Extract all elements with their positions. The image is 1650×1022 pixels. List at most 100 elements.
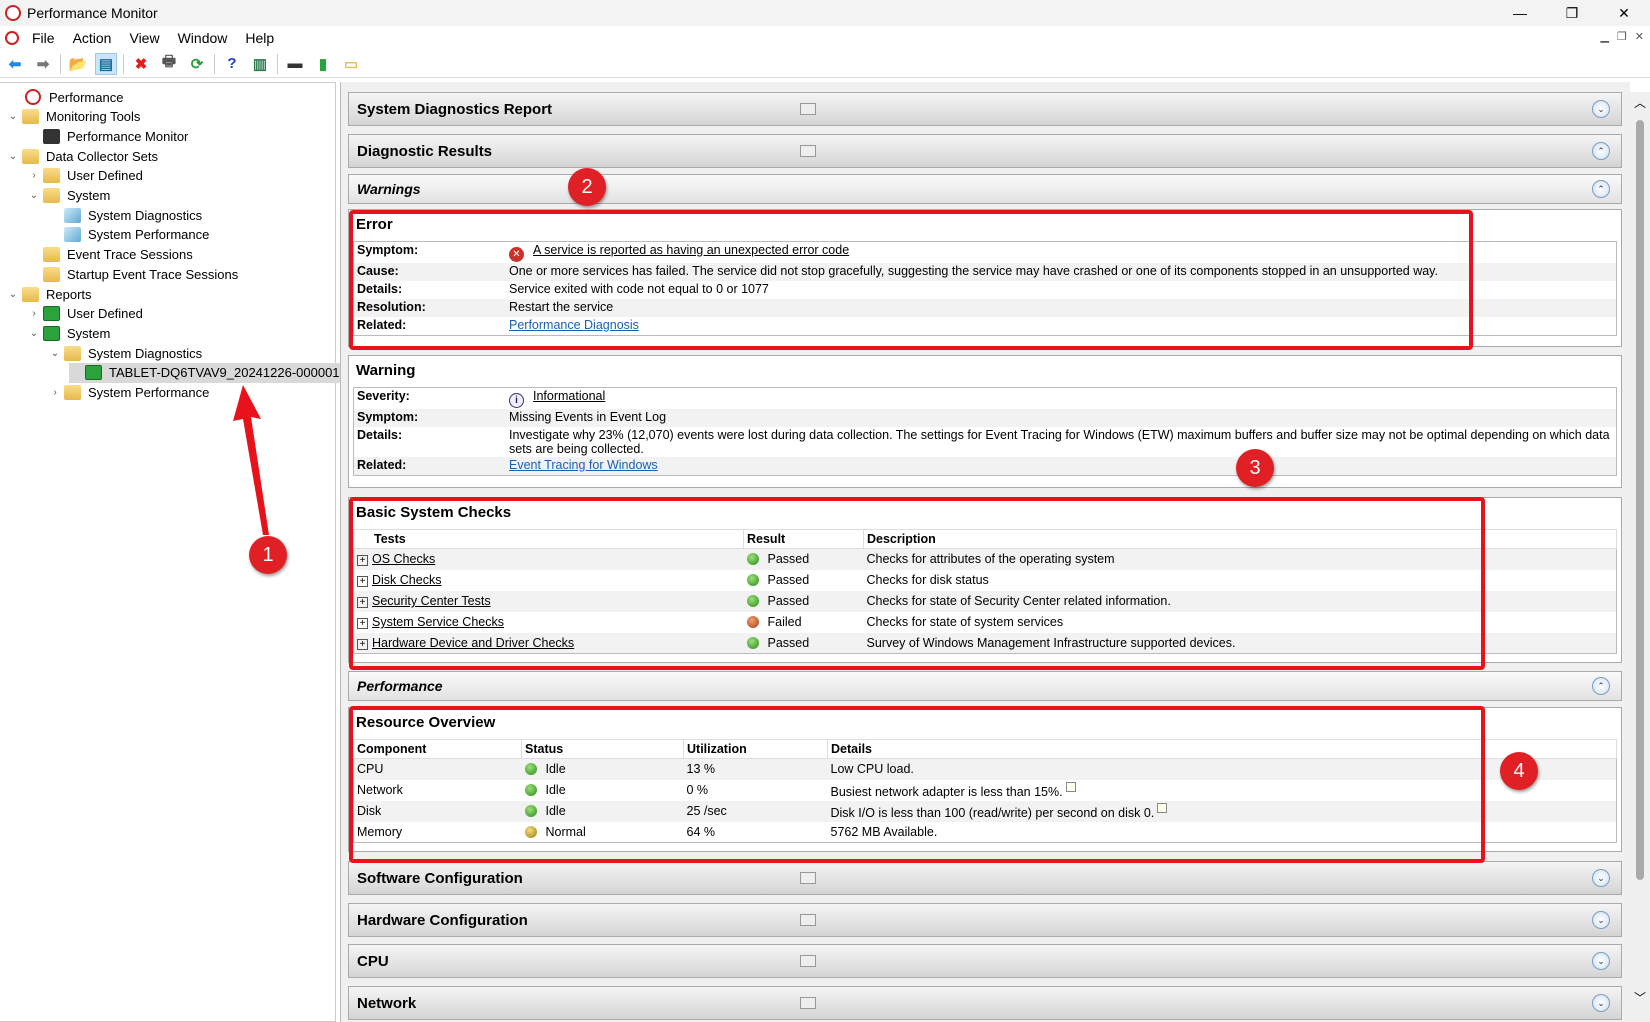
detail-link[interactable]: Performance Diagnosis: [509, 318, 639, 332]
chevron-down-icon[interactable]: ⌄: [27, 328, 41, 339]
section-header[interactable]: Performance: [348, 671, 1622, 701]
expand-plus-icon[interactable]: +: [357, 597, 368, 608]
section-header[interactable]: CPU: [348, 944, 1622, 978]
expand-icon[interactable]: ⌄: [1592, 100, 1610, 118]
scrollbar-thumb[interactable]: [1636, 120, 1644, 880]
expand-icon[interactable]: ⌄: [1592, 994, 1610, 1012]
column-header[interactable]: Result: [743, 529, 864, 549]
tree-item[interactable]: System Diagnostics: [48, 205, 205, 225]
mdi-close-icon[interactable]: ✕: [1635, 30, 1644, 43]
test-link[interactable]: Hardware Device and Driver Checks: [372, 636, 574, 650]
column-header[interactable]: Tests: [353, 529, 744, 549]
note-icon[interactable]: [1065, 781, 1076, 792]
section-software-configuration[interactable]: Software Configuration ⌄: [348, 861, 1622, 895]
collapse-icon[interactable]: ⌃: [1592, 677, 1610, 695]
note-icon[interactable]: [1157, 802, 1168, 813]
collapse-icon[interactable]: ⌃: [1592, 142, 1610, 160]
section-cpu[interactable]: CPU ⌄: [348, 944, 1622, 978]
close-button[interactable]: ✕: [1598, 0, 1650, 26]
scroll-down-icon[interactable]: ﹀: [1634, 989, 1646, 1006]
detail-link[interactable]: Event Tracing for Windows: [509, 458, 658, 472]
section-warnings[interactable]: Warnings ⌃: [348, 174, 1622, 204]
section-hardware-configuration[interactable]: Hardware Configuration ⌄: [348, 903, 1622, 937]
column-header[interactable]: Description: [863, 529, 1617, 549]
expand-plus-icon[interactable]: +: [357, 576, 368, 587]
scroll-up-icon[interactable]: ︿: [1634, 94, 1646, 111]
chevron-down-icon[interactable]: ⌄: [6, 151, 20, 162]
menu-action[interactable]: Action: [64, 30, 121, 46]
chevron-right-icon[interactable]: ›: [27, 170, 41, 181]
tree-item[interactable]: › User Defined: [27, 166, 146, 186]
table-icon[interactable]: [800, 997, 816, 1009]
section-header[interactable]: Network: [348, 986, 1622, 1020]
collapse-icon[interactable]: ⌃: [1592, 180, 1610, 198]
up-folder-button[interactable]: 📂: [67, 53, 89, 75]
table-icon[interactable]: [800, 914, 816, 926]
chevron-right-icon[interactable]: ›: [27, 308, 41, 319]
help-button[interactable]: ?: [221, 53, 243, 75]
detail-link[interactable]: A service is reported as having an unexp…: [533, 243, 849, 257]
chevron-right-icon[interactable]: ›: [48, 387, 62, 398]
expand-icon[interactable]: ⌄: [1592, 911, 1610, 929]
tree-item[interactable]: ⌄ System: [27, 186, 113, 206]
column-header[interactable]: Component: [353, 739, 522, 759]
test-link[interactable]: System Service Checks: [372, 615, 504, 629]
performance-monitor-button[interactable]: ▬: [284, 53, 306, 75]
expand-plus-icon[interactable]: +: [357, 618, 368, 629]
chevron-down-icon[interactable]: ⌄: [6, 111, 20, 122]
table-icon[interactable]: [800, 103, 816, 115]
section-header[interactable]: Hardware Configuration: [348, 903, 1622, 937]
tree-item[interactable]: ⌄ Data Collector Sets: [6, 146, 161, 166]
section-header[interactable]: Diagnostic Results: [348, 134, 1622, 168]
expand-plus-icon[interactable]: +: [357, 638, 368, 650]
section-header[interactable]: Warnings: [348, 174, 1622, 204]
section-system-diagnostics-report[interactable]: System Diagnostics Report ⌄: [348, 92, 1622, 126]
forward-button[interactable]: ➡: [32, 53, 54, 75]
section-header[interactable]: Software Configuration: [348, 861, 1622, 895]
refresh-button[interactable]: ⟳: [186, 53, 208, 75]
section-diagnostic-results[interactable]: Diagnostic Results ⌃: [348, 134, 1622, 168]
mdi-restore-icon[interactable]: ❐: [1617, 30, 1627, 43]
folder-button[interactable]: ▭: [340, 53, 362, 75]
tree-item[interactable]: ⌄ Monitoring Tools: [6, 107, 143, 127]
test-link[interactable]: OS Checks: [372, 552, 435, 566]
delete-button[interactable]: ✖: [130, 53, 152, 75]
column-header[interactable]: Utilization: [683, 739, 828, 759]
print-button[interactable]: 🖶: [158, 53, 180, 75]
tree-item[interactable]: ⌄ Reports: [6, 284, 95, 304]
section-performance[interactable]: Performance ⌃: [348, 671, 1622, 701]
tree-item[interactable]: Performance: [6, 87, 126, 107]
test-link[interactable]: Security Center Tests: [372, 594, 491, 608]
chevron-down-icon[interactable]: ⌄: [27, 190, 41, 201]
back-button[interactable]: ⬅: [4, 53, 26, 75]
show-hide-tree-button[interactable]: ▤: [95, 52, 117, 75]
menu-window[interactable]: Window: [169, 30, 237, 46]
tree-item[interactable]: TABLET-DQ6TVAV9_20241226-000001: [69, 362, 343, 383]
vertical-scrollbar[interactable]: ︿ ﹀: [1630, 92, 1650, 1022]
menu-file[interactable]: File: [23, 30, 64, 46]
tree-item[interactable]: Event Trace Sessions: [27, 245, 196, 265]
tree-item[interactable]: › User Defined: [27, 304, 146, 324]
chevron-down-icon[interactable]: ⌄: [6, 289, 20, 300]
table-icon[interactable]: [800, 955, 816, 967]
expand-icon[interactable]: ⌄: [1592, 869, 1610, 887]
tree-item[interactable]: ⌄ System: [27, 323, 113, 343]
mdi-minimize-icon[interactable]: ▁: [1600, 30, 1608, 43]
expand-icon[interactable]: ⌄: [1592, 952, 1610, 970]
restore-button[interactable]: ❐: [1546, 0, 1598, 26]
show-action-pane-button[interactable]: ▥: [249, 53, 271, 75]
system-menu-icon[interactable]: [5, 31, 19, 45]
tree-item[interactable]: ⌄ System Diagnostics: [48, 343, 205, 363]
tree-item[interactable]: › System Performance: [48, 383, 212, 403]
expand-plus-icon[interactable]: +: [357, 555, 368, 567]
menu-help[interactable]: Help: [236, 30, 283, 46]
tree-item[interactable]: Startup Event Trace Sessions: [27, 264, 241, 284]
section-network[interactable]: Network ⌄: [348, 986, 1622, 1020]
column-header[interactable]: Details: [827, 739, 1617, 759]
section-header[interactable]: System Diagnostics Report: [348, 92, 1622, 126]
table-icon[interactable]: [800, 872, 816, 884]
tree-item[interactable]: Performance Monitor: [27, 126, 191, 146]
test-link[interactable]: Disk Checks: [372, 573, 441, 587]
tree-item[interactable]: System Performance: [48, 225, 212, 245]
report-button[interactable]: ▮: [312, 53, 334, 75]
